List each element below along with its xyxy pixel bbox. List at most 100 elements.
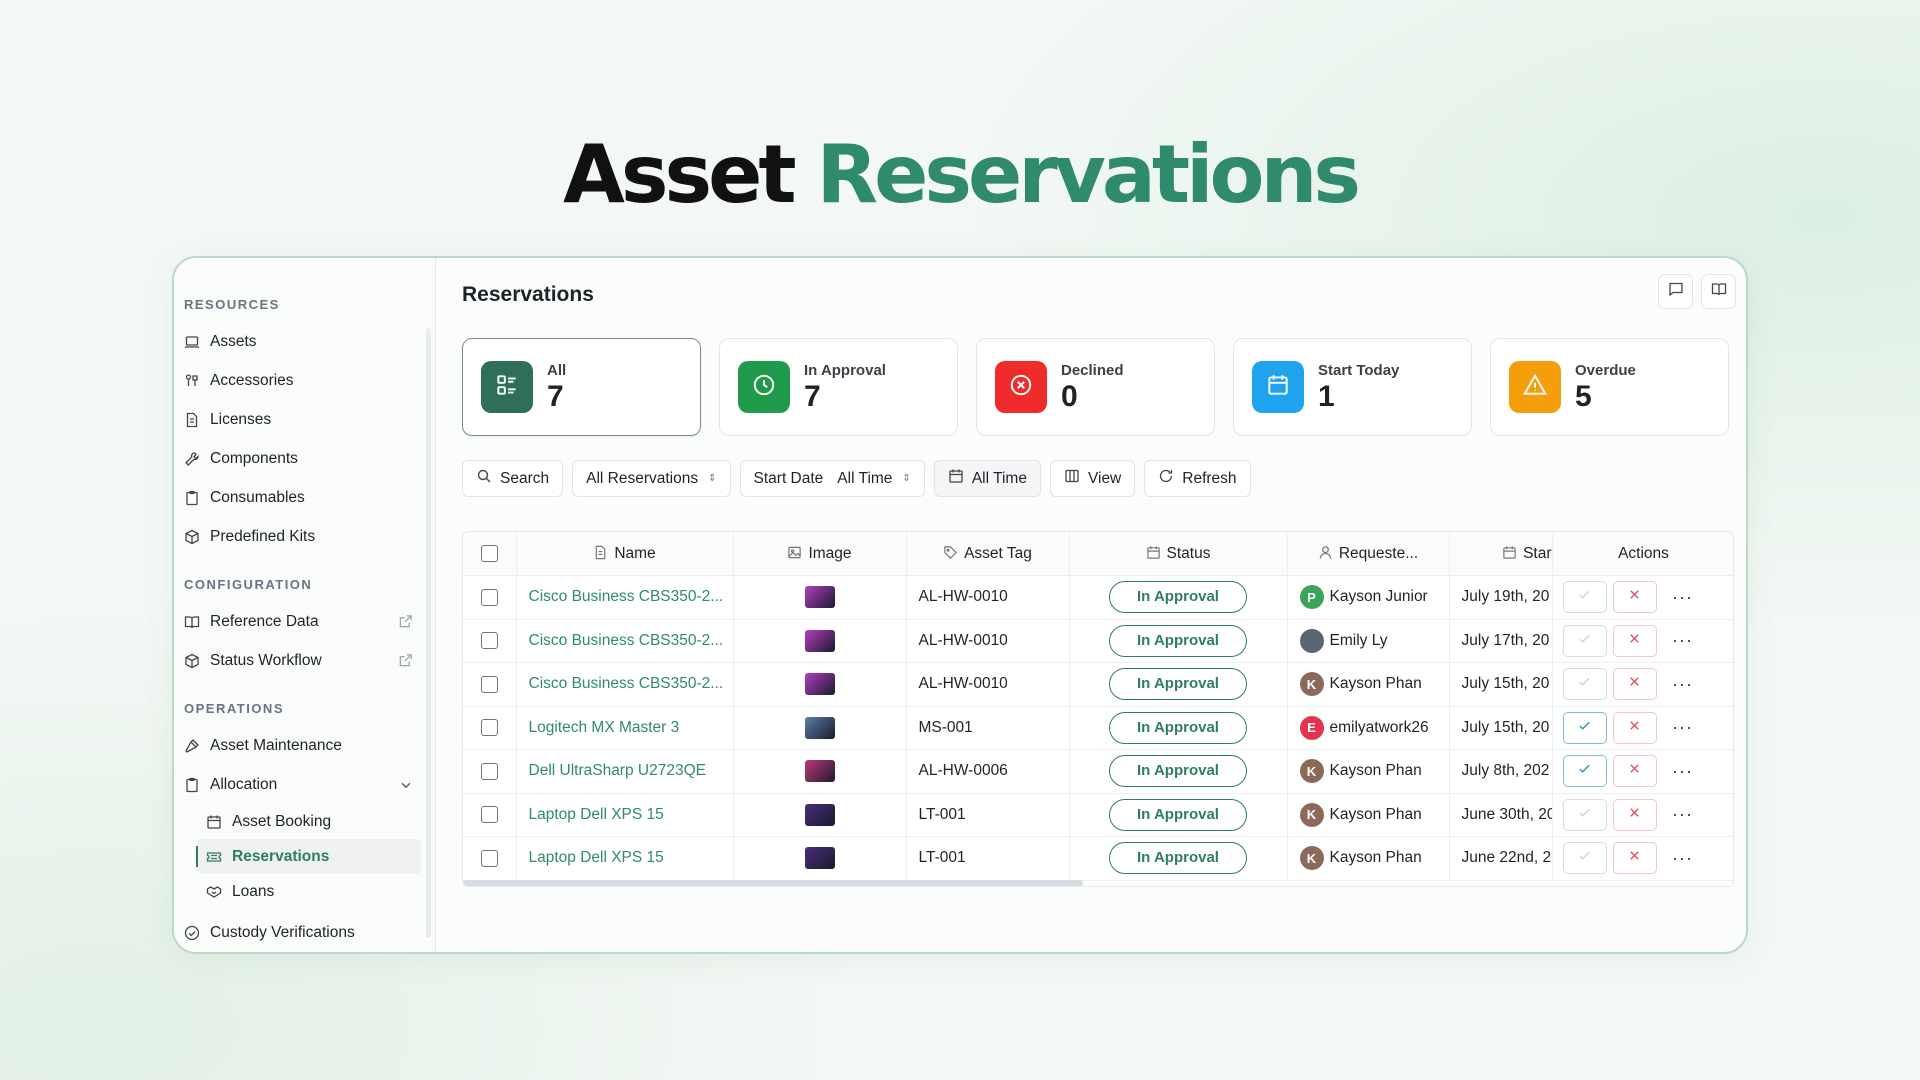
- sidebar-item-assets[interactable]: Assets: [174, 322, 435, 361]
- asset-name-link[interactable]: Laptop Dell XPS 15: [516, 836, 734, 881]
- view-button[interactable]: View: [1049, 460, 1136, 497]
- approve-button[interactable]: [1562, 624, 1607, 657]
- table-row[interactable]: Laptop Dell XPS 15 LT-001 In Approval KK…: [463, 836, 1733, 881]
- asset-name-link[interactable]: Logitech MX Master 3: [516, 706, 734, 750]
- more-options-icon[interactable]: ···: [1669, 674, 1697, 695]
- stat-card-overdue[interactable]: Overdue 5: [1490, 338, 1729, 436]
- decline-button[interactable]: [1612, 798, 1657, 831]
- table-row[interactable]: Logitech MX Master 3 MS-001 In Approval …: [463, 706, 1733, 750]
- table-row[interactable]: Laptop Dell XPS 15 LT-001 In Approval KK…: [463, 793, 1733, 837]
- approve-button[interactable]: [1562, 842, 1607, 875]
- sidebar-item-asset-maintenance[interactable]: Asset Maintenance: [174, 726, 435, 765]
- stat-card-all[interactable]: All 7: [462, 338, 701, 436]
- asset-name-link[interactable]: Cisco Business CBS350-2...: [516, 619, 734, 663]
- decline-button[interactable]: [1612, 711, 1657, 744]
- sidebar-item-label: Custody Verifications: [210, 923, 355, 941]
- sidebar-item-reference-data[interactable]: Reference Data: [174, 602, 435, 641]
- tag-icon: [943, 545, 958, 560]
- table-row[interactable]: Dell UltraSharp U2723QE AL-HW-0006 In Ap…: [463, 749, 1733, 794]
- sidebar-item-allocation[interactable]: Allocation: [174, 765, 435, 804]
- search-button[interactable]: Search: [462, 460, 564, 497]
- decline-button[interactable]: [1612, 842, 1657, 875]
- row-checkbox[interactable]: [480, 719, 498, 737]
- sidebar-item-reservations[interactable]: Reservations: [196, 839, 421, 874]
- decline-button[interactable]: [1612, 755, 1657, 788]
- image-cell: [733, 749, 907, 794]
- image-cell: [733, 575, 907, 620]
- chevron-down-icon[interactable]: [399, 778, 413, 792]
- time-range-button[interactable]: All Time: [933, 460, 1041, 497]
- sidebar-item-label: Reservations: [232, 847, 330, 865]
- stat-value: 5: [1575, 379, 1592, 413]
- refresh-button[interactable]: Refresh: [1144, 460, 1251, 497]
- decline-button[interactable]: [1612, 624, 1657, 657]
- stat-card-in-approval[interactable]: In Approval 7: [719, 338, 958, 436]
- more-options-icon[interactable]: ···: [1669, 848, 1697, 869]
- header-image[interactable]: Image: [733, 532, 907, 576]
- more-options-icon[interactable]: ···: [1669, 761, 1697, 782]
- sidebar-item-licenses[interactable]: Licenses: [174, 400, 435, 439]
- row-select-cell: [463, 662, 517, 707]
- header-asset-tag[interactable]: Asset Tag: [906, 532, 1070, 576]
- header-name[interactable]: Name: [516, 532, 734, 576]
- more-options-icon[interactable]: ···: [1669, 804, 1697, 825]
- decline-button[interactable]: [1612, 581, 1657, 614]
- row-checkbox[interactable]: [480, 588, 498, 606]
- package-icon: [184, 529, 200, 545]
- table-row[interactable]: Cisco Business CBS350-2... AL-HW-0010 In…: [463, 575, 1733, 620]
- asset-name-link[interactable]: Laptop Dell XPS 15: [516, 793, 734, 837]
- sidebar-item-accessories[interactable]: Accessories: [174, 361, 435, 400]
- sidebar-item-predefined-kits[interactable]: Predefined Kits: [174, 517, 435, 556]
- approve-button[interactable]: [1562, 668, 1607, 701]
- external-link-icon[interactable]: [398, 653, 413, 668]
- row-checkbox[interactable]: [480, 762, 498, 780]
- requester-cell: K Kayson Phan: [1287, 749, 1450, 794]
- sidebar-item-consumables[interactable]: Consumables: [174, 478, 435, 517]
- status-badge: In Approval: [1109, 624, 1247, 657]
- table-horizontal-scrollbar[interactable]: [463, 880, 1083, 886]
- sidebar-item-status-workflow[interactable]: Status Workflow: [174, 641, 435, 680]
- check-circle-icon: [184, 925, 200, 941]
- more-options-icon[interactable]: ···: [1669, 630, 1697, 651]
- package-icon: [184, 653, 200, 669]
- more-options-icon[interactable]: ···: [1669, 717, 1697, 738]
- sidebar-item-label: Consumables: [210, 488, 305, 506]
- header-status[interactable]: Status: [1069, 532, 1288, 576]
- stat-card-start-today[interactable]: Start Today 1: [1233, 338, 1472, 436]
- sidebar-item-components[interactable]: Components: [174, 439, 435, 478]
- sidebar-item-loans[interactable]: Loans: [174, 874, 435, 909]
- reservation-filter-select[interactable]: All Reservations ⇕: [572, 460, 731, 497]
- header-start[interactable]: Star: [1449, 532, 1553, 576]
- approve-button[interactable]: [1562, 755, 1607, 788]
- sidebar-item-label: Licenses: [210, 410, 272, 428]
- row-checkbox[interactable]: [480, 632, 498, 650]
- row-checkbox[interactable]: [480, 675, 498, 693]
- header-select-all[interactable]: [463, 532, 517, 576]
- more-options-icon[interactable]: ···: [1669, 587, 1697, 608]
- asset-name-link[interactable]: Dell UltraSharp U2723QE: [516, 749, 734, 794]
- header-requested-by[interactable]: Requeste...: [1287, 532, 1450, 576]
- approve-button[interactable]: [1562, 711, 1607, 744]
- close-icon: [1627, 631, 1642, 651]
- time-range-label: All Time: [971, 469, 1027, 487]
- start-date-filter[interactable]: Start Date All Time ⇕: [739, 460, 925, 497]
- start-date-cell: July 15th, 20: [1449, 662, 1553, 707]
- asset-name-link[interactable]: Cisco Business CBS350-2...: [516, 575, 734, 620]
- comment-button[interactable]: [1658, 274, 1693, 309]
- external-link-icon[interactable]: [398, 614, 413, 629]
- select-all-checkbox[interactable]: [480, 544, 498, 562]
- row-checkbox[interactable]: [480, 849, 498, 867]
- sidebar-item-custody-verifications[interactable]: Custody Verifications: [174, 913, 435, 952]
- x-circle-icon: [1008, 372, 1034, 403]
- approve-button[interactable]: [1562, 581, 1607, 614]
- table-row[interactable]: Cisco Business CBS350-2... AL-HW-0010 In…: [463, 662, 1733, 707]
- asset-name-link[interactable]: Cisco Business CBS350-2...: [516, 662, 734, 707]
- table-row[interactable]: Cisco Business CBS350-2... AL-HW-0010 In…: [463, 619, 1733, 663]
- approve-button[interactable]: [1562, 798, 1607, 831]
- sidebar-item-asset-booking[interactable]: Asset Booking: [174, 804, 435, 839]
- docs-button[interactable]: [1701, 274, 1736, 309]
- sidebar-item-label: Assets: [210, 332, 257, 350]
- row-checkbox[interactable]: [480, 806, 498, 824]
- stat-card-declined[interactable]: Declined 0: [976, 338, 1215, 436]
- decline-button[interactable]: [1612, 668, 1657, 701]
